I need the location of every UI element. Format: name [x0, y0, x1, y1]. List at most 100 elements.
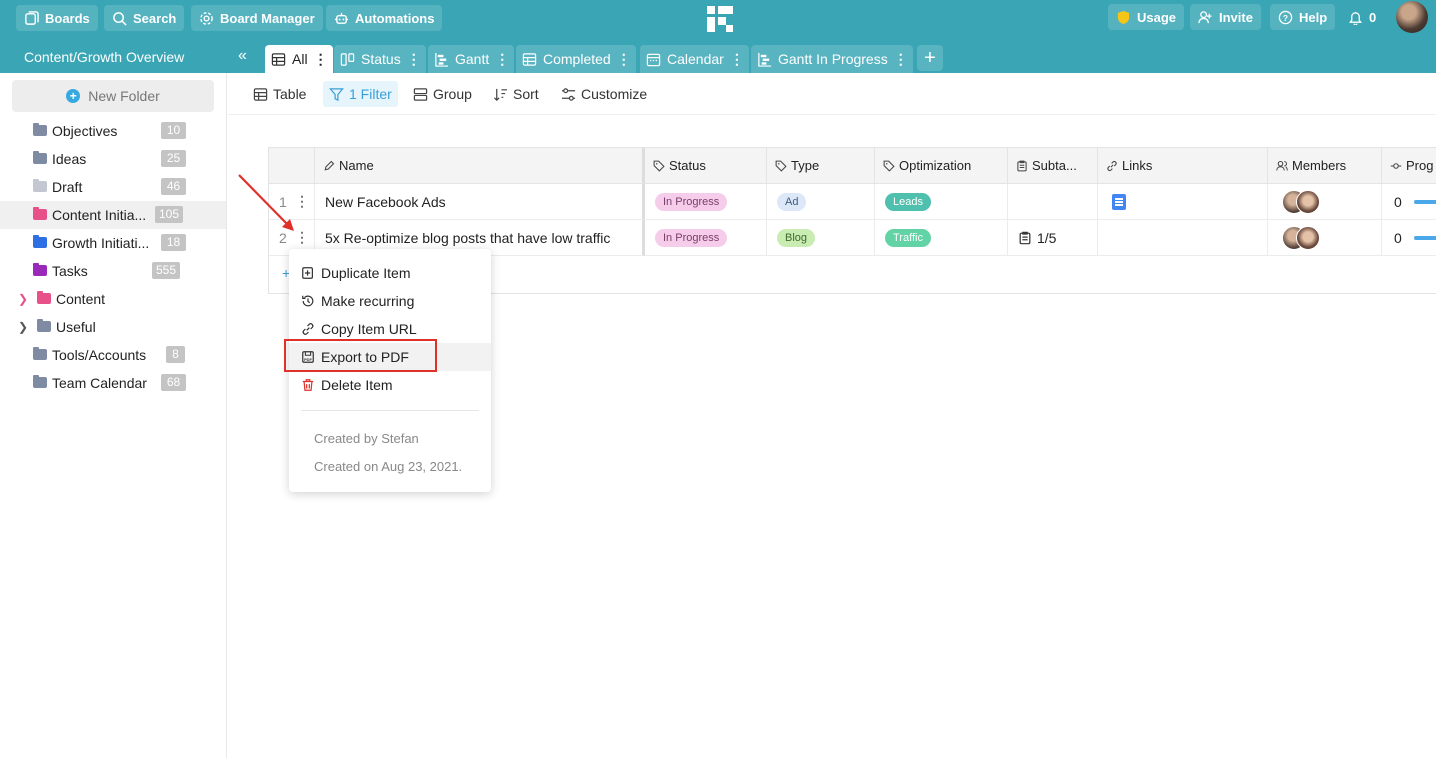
table-row-1-type[interactable]: Ad: [767, 184, 875, 220]
sidebar-item-content-initiatives[interactable]: Content Initia... 105: [0, 201, 226, 229]
notifications-button[interactable]: 0: [1340, 4, 1384, 30]
table-row-2-progress[interactable]: 0: [1382, 220, 1436, 256]
tab-completed[interactable]: Completed ⋮: [516, 45, 636, 73]
optimization-badge: Traffic: [885, 228, 931, 247]
plus-icon: +: [66, 89, 81, 103]
table-icon: [271, 52, 286, 66]
sort-button[interactable]: Sort: [487, 81, 545, 107]
group-button[interactable]: Group: [407, 81, 478, 107]
google-doc-icon[interactable]: [1112, 193, 1126, 210]
clipboard-icon: [1017, 160, 1027, 171]
table-row-1-optimization[interactable]: Leads: [875, 184, 1008, 220]
folder-label: Content Initia...: [52, 207, 147, 223]
usage-button[interactable]: Usage: [1108, 4, 1185, 30]
table-row-1-status[interactable]: In Progress: [645, 184, 767, 220]
invite-button[interactable]: Invite: [1190, 4, 1261, 30]
folder-icon: [37, 319, 51, 332]
folder-label: Tools/Accounts: [52, 347, 147, 363]
collapse-sidebar-icon[interactable]: «: [238, 47, 247, 65]
filter-button[interactable]: 1 Filter: [323, 81, 398, 107]
column-header-optimization[interactable]: Optimization: [875, 148, 1008, 184]
status-badge: In Progress: [655, 192, 728, 211]
table-label: Table: [273, 86, 307, 102]
column-label: Status: [669, 158, 706, 173]
folder-label: Objectives: [52, 123, 118, 139]
duplicate-item-menu-item[interactable]: Duplicate Item: [289, 259, 491, 287]
column-header-links[interactable]: Links: [1098, 148, 1268, 184]
column-header-name[interactable]: Name: [315, 148, 645, 184]
sidebar-item-growth-initiatives[interactable]: Growth Initiati... 18: [0, 229, 226, 257]
boards-button[interactable]: Boards: [16, 5, 98, 31]
delete-item-menu-item[interactable]: Delete Item: [289, 371, 491, 399]
sidebar-item-tools-accounts[interactable]: Tools/Accounts 8: [0, 341, 226, 369]
sidebar-item-tasks[interactable]: Tasks 555: [0, 257, 226, 285]
table-row-2-status[interactable]: In Progress: [645, 220, 767, 256]
progress-icon: [1390, 162, 1402, 169]
make-recurring-menu-item[interactable]: Make recurring: [289, 287, 491, 315]
tab-gantt[interactable]: Gantt ⋮: [428, 45, 515, 73]
tab-menu-icon[interactable]: ⋮: [730, 51, 744, 68]
link-icon: [302, 323, 314, 335]
column-header-type[interactable]: Type: [767, 148, 875, 184]
sidebar-item-useful[interactable]: ❯ Useful: [0, 313, 226, 341]
tab-menu-icon[interactable]: ⋮: [894, 51, 908, 68]
new-folder-button[interactable]: + New Folder: [12, 80, 214, 112]
column-header-members[interactable]: Members: [1268, 148, 1382, 184]
table-row-2-optimization[interactable]: Traffic: [875, 220, 1008, 256]
chevron-right-icon[interactable]: ❯: [18, 320, 28, 334]
table-row-2-links[interactable]: [1098, 220, 1268, 256]
table-row-2-type[interactable]: Blog: [767, 220, 875, 256]
svg-text:?: ?: [1283, 12, 1288, 22]
boards-label: Boards: [45, 10, 90, 26]
tab-menu-icon[interactable]: ⋮: [314, 51, 328, 68]
table-icon: [253, 87, 268, 101]
column-header-status[interactable]: Status: [645, 148, 767, 184]
table-row-1-name[interactable]: New Facebook Ads: [315, 184, 645, 220]
column-header-progress[interactable]: Prog: [1382, 148, 1436, 184]
table-row-1-subtasks[interactable]: [1008, 184, 1098, 220]
created-by-text: Created by Stefan: [314, 431, 419, 446]
tab-status[interactable]: Status ⋮: [334, 45, 426, 73]
help-button[interactable]: ? Help: [1270, 4, 1336, 30]
column-label: Optimization: [899, 158, 972, 173]
folder-icon: [33, 347, 47, 360]
column-label: Name: [339, 158, 374, 173]
view-toolbar: Table 1 Filter Group Sort Customize: [228, 73, 1436, 115]
app-logo[interactable]: [704, 4, 736, 34]
folder-count-badge: 105: [155, 206, 184, 223]
sidebar-item-content[interactable]: ❯ Content: [0, 285, 226, 313]
folder-count-badge: 18: [161, 234, 186, 251]
shield-icon: [1117, 10, 1130, 24]
column-header-subtasks[interactable]: Subta...: [1008, 148, 1098, 184]
sidebar-item-team-calendar[interactable]: Team Calendar 68: [0, 369, 226, 397]
tab-all[interactable]: All ⋮: [265, 45, 333, 73]
tab-menu-icon[interactable]: ⋮: [617, 51, 631, 68]
sidebar-item-draft[interactable]: Draft 46: [0, 173, 226, 201]
sidebar-item-objectives[interactable]: Objectives 10: [0, 117, 226, 145]
board-manager-button[interactable]: Board Manager: [191, 5, 323, 31]
user-avatar[interactable]: [1396, 1, 1428, 33]
tab-menu-icon[interactable]: ⋮: [495, 51, 509, 68]
help-label: Help: [1299, 9, 1328, 25]
table-view-button[interactable]: Table: [247, 81, 312, 107]
table-row-1-links[interactable]: [1098, 184, 1268, 220]
gear-icon: [200, 11, 213, 25]
automations-button[interactable]: Automations: [326, 5, 443, 31]
chevron-right-icon[interactable]: ❯: [18, 292, 28, 306]
add-user-icon: [1198, 10, 1212, 23]
avatar: [1296, 225, 1320, 250]
add-tab-button[interactable]: +: [917, 45, 943, 71]
customize-button[interactable]: Customize: [555, 81, 653, 107]
invite-label: Invite: [1219, 9, 1253, 25]
table-row-2-subtasks[interactable]: 1/5: [1008, 220, 1098, 256]
table-row-1-progress[interactable]: 0: [1382, 184, 1436, 220]
table-row-1-members[interactable]: [1268, 184, 1382, 220]
clipboard-icon: [1019, 231, 1031, 244]
tab-gantt-in-progress[interactable]: Gantt In Progress ⋮: [751, 45, 913, 73]
table-row-2-members[interactable]: [1268, 220, 1382, 256]
sidebar-item-ideas[interactable]: Ideas 25: [0, 145, 226, 173]
search-button[interactable]: Search: [104, 5, 185, 31]
folder-icon: [33, 123, 47, 136]
tab-calendar[interactable]: Calendar ⋮: [640, 45, 749, 73]
tab-menu-icon[interactable]: ⋮: [407, 51, 421, 68]
